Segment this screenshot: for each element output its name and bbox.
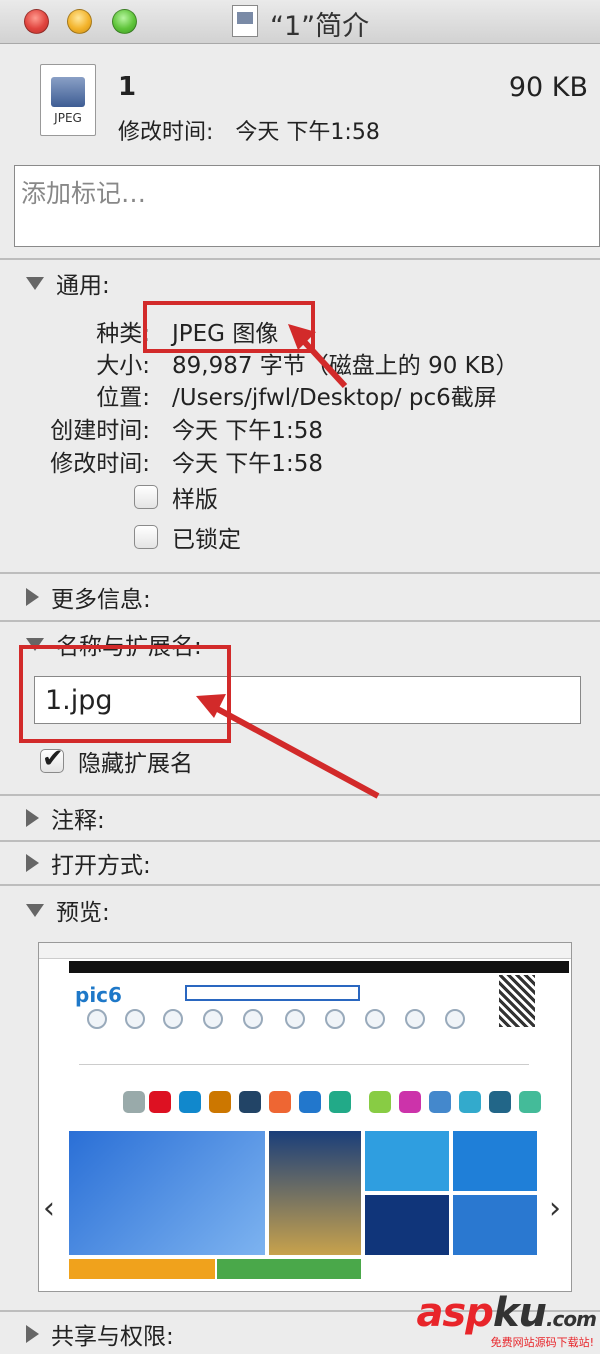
annotation-arrow-name-line	[210, 703, 380, 799]
site-watermark-logo: aspku.com 免费网站源码下载站!	[416, 1290, 597, 1349]
annotation-arrow-kind-line	[297, 334, 348, 389]
annotation-arrows	[196, 324, 380, 799]
